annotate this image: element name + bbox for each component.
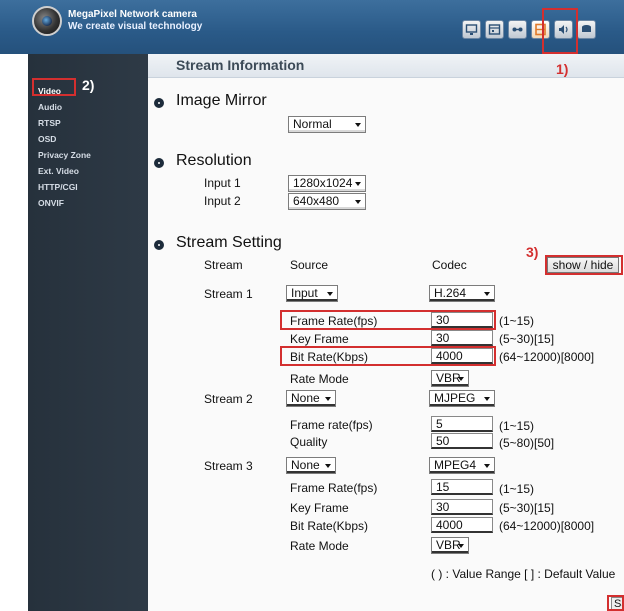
stream3-bit-rate-input[interactable]: 4000 <box>431 517 493 533</box>
stream2-quality-label: Quality <box>290 435 328 449</box>
chevron-down-icon <box>355 182 361 186</box>
image-mirror-select[interactable]: Normal <box>288 116 366 133</box>
stream3-rate-mode-select[interactable]: VBR <box>431 537 469 554</box>
stream3-source-select[interactable]: None <box>286 457 336 474</box>
sidebar-item-onvif[interactable]: ONVIF <box>28 195 148 211</box>
input2-resolution-value: 640x480 <box>293 194 340 208</box>
stream3-key-frame-input[interactable]: 30 <box>431 499 493 515</box>
storage-icon[interactable] <box>577 20 596 39</box>
stream1-label: Stream 1 <box>204 287 253 301</box>
calendar-icon[interactable] <box>485 20 504 39</box>
stream3-frame-rate-range: (1~15) <box>499 482 535 496</box>
stream2-source-select[interactable]: None <box>286 390 336 407</box>
header-bar: MegaPixel Network camera We create visua… <box>0 0 624 54</box>
annotation-box-save <box>607 595 624 611</box>
input2-resolution-select[interactable]: 640x480 <box>288 193 366 210</box>
input2-label: Input 2 <box>204 194 241 208</box>
app-window: MegaPixel Network camera We create visua… <box>0 0 624 611</box>
stream2-frame-rate-range: (1~15) <box>499 419 535 433</box>
chevron-down-icon <box>458 377 464 381</box>
value-range-legend: ( ) : Value Range [ ] : Default Value <box>431 567 616 581</box>
header-stream: Stream <box>204 258 243 272</box>
annotation-label-1: 1) <box>556 61 569 77</box>
header-source: Source <box>290 258 329 272</box>
chevron-down-icon <box>325 397 331 401</box>
stream1-key-frame-label: Key Frame <box>290 332 349 346</box>
stream1-codec-value: H.264 <box>434 286 467 300</box>
resolution-title: Resolution <box>176 152 252 169</box>
chevron-down-icon <box>458 544 464 548</box>
sidebar-item-privacy-zone[interactable]: Privacy Zone <box>28 147 148 163</box>
input1-label: Input 1 <box>204 176 241 190</box>
chevron-down-icon <box>327 292 333 296</box>
camera-logo-icon <box>32 6 62 36</box>
stream3-codec-value: MPEG4 <box>434 458 477 472</box>
stream3-key-frame-label: Key Frame <box>290 501 349 515</box>
stream2-quality-range: (5~80)[50] <box>499 436 555 450</box>
annotation-box-bit-rate <box>280 346 496 366</box>
stream2-quality-input[interactable]: 50 <box>431 433 493 449</box>
stream3-frame-rate-label: Frame Rate(fps) <box>290 481 378 495</box>
stream2-codec-value: MJPEG <box>434 391 476 405</box>
annotation-box-video <box>32 78 76 96</box>
chevron-down-icon <box>484 464 490 468</box>
brand-tagline: We create visual technology <box>68 21 203 32</box>
chevron-down-icon <box>484 292 490 296</box>
stream2-frame-rate-input[interactable]: 5 <box>431 416 493 432</box>
monitor-icon[interactable] <box>462 20 481 39</box>
stream1-source-value: Input <box>291 286 318 300</box>
sidebar: Video Audio RTSP OSD Privacy Zone Ext. V… <box>28 54 148 611</box>
chevron-down-icon <box>325 464 331 468</box>
stream2-codec-select[interactable]: MJPEG <box>429 390 495 407</box>
network-icon[interactable] <box>508 20 527 39</box>
image-mirror-value: Normal <box>293 117 332 131</box>
annotation-box-toolbar <box>542 8 578 54</box>
annotation-label-2: 2) <box>82 77 95 93</box>
section-bullet-icon <box>154 98 164 108</box>
stream3-frame-rate-input[interactable]: 15 <box>431 479 493 495</box>
brand-name: MegaPixel Network camera <box>68 9 197 20</box>
stream1-rate-mode-label: Rate Mode <box>290 372 349 386</box>
chevron-down-icon <box>355 200 361 204</box>
sidebar-item-ext-video[interactable]: Ext. Video <box>28 163 148 179</box>
sidebar-item-audio[interactable]: Audio <box>28 99 148 115</box>
annotation-box-show-hide <box>545 255 623 275</box>
stream-setting-title: Stream Setting <box>176 234 282 251</box>
chevron-down-icon <box>484 397 490 401</box>
stream3-bit-rate-label: Bit Rate(Kbps) <box>290 519 369 533</box>
stream1-rate-mode-value: VBR <box>436 371 461 385</box>
stream2-label: Stream 2 <box>204 392 253 406</box>
stream1-codec-select[interactable]: H.264 <box>429 285 495 302</box>
stream1-bit-rate-range: (64~12000)[8000] <box>499 350 595 364</box>
stream3-codec-select[interactable]: MPEG4 <box>429 457 495 474</box>
page-title: Stream Information <box>176 57 305 73</box>
stream3-label: Stream 3 <box>204 459 253 473</box>
annotation-label-3: 3) <box>526 244 539 260</box>
stream1-key-frame-input[interactable]: 30 <box>431 330 493 346</box>
image-mirror-title: Image Mirror <box>176 92 267 109</box>
stream3-key-frame-range: (5~30)[15] <box>499 501 555 515</box>
stream1-frame-rate-range: (1~15) <box>499 314 535 328</box>
stream3-rate-mode-label: Rate Mode <box>290 539 349 553</box>
stream1-source-select[interactable]: Input <box>286 285 338 302</box>
header-codec: Codec <box>432 258 467 272</box>
stream1-rate-mode-select[interactable]: VBR <box>431 370 469 387</box>
stream3-source-value: None <box>291 458 320 472</box>
section-bullet-icon <box>154 158 164 168</box>
sidebar-item-osd[interactable]: OSD <box>28 131 148 147</box>
stream2-source-value: None <box>291 391 320 405</box>
stream3-bit-rate-range: (64~12000)[8000] <box>499 519 595 533</box>
chevron-down-icon <box>355 123 361 127</box>
stream3-rate-mode-value: VBR <box>436 538 461 552</box>
annotation-box-frame-rate <box>280 310 496 330</box>
sidebar-item-rtsp[interactable]: RTSP <box>28 115 148 131</box>
stream1-key-frame-range: (5~30)[15] <box>499 332 555 346</box>
input1-resolution-select[interactable]: 1280x1024 <box>288 175 366 192</box>
sidebar-item-http-cgi[interactable]: HTTP/CGI <box>28 179 148 195</box>
input1-resolution-value: 1280x1024 <box>293 176 353 190</box>
stream2-frame-rate-label: Frame rate(fps) <box>290 418 373 432</box>
section-bullet-icon <box>154 240 164 250</box>
